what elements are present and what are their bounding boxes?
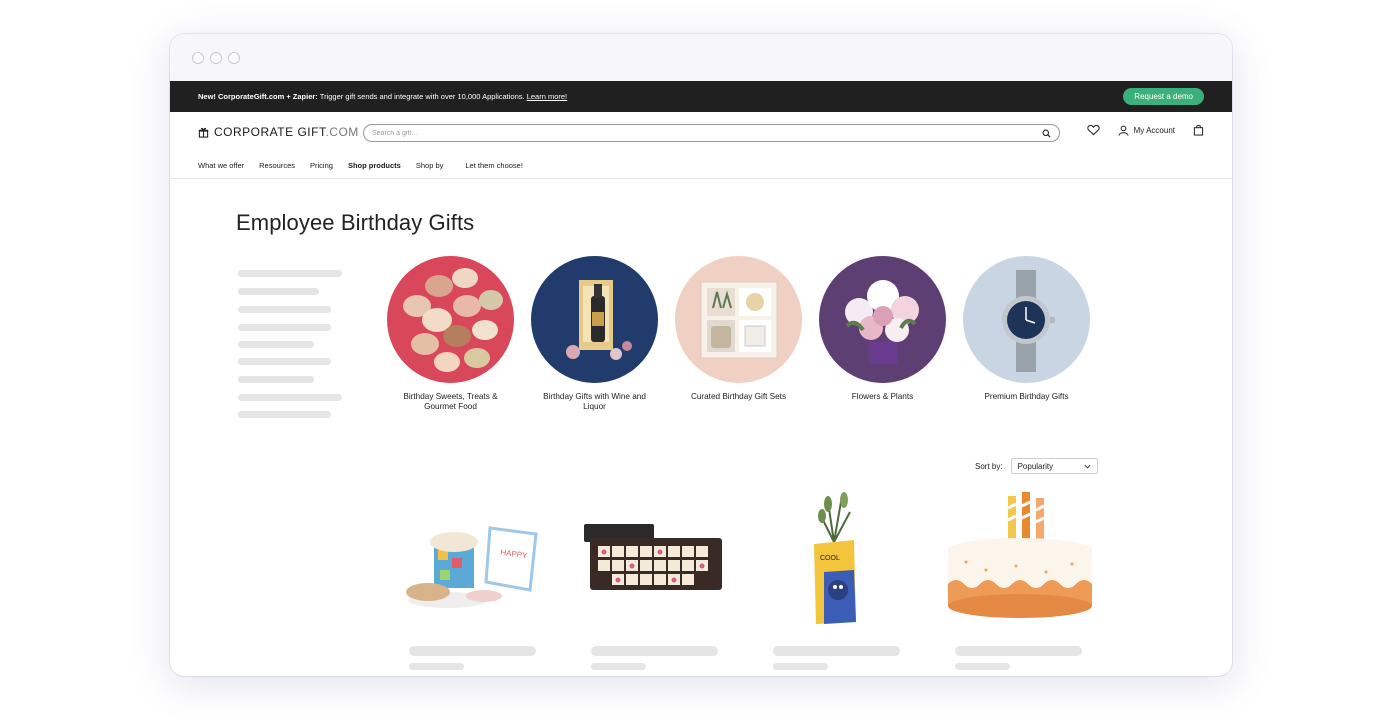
promo-text: Trigger gift sends and integrate with ov… [317,92,527,101]
window-minimize-dot[interactable] [210,52,222,64]
category-list: Birthday Sweets, Treats & Gourmet Food B… [387,256,1090,412]
product-card[interactable] [582,492,722,670]
product-title-skeleton [591,646,718,656]
product-card[interactable]: HAPPY [400,492,540,670]
header-actions: My Account [1086,124,1204,136]
nav-item-shop-products[interactable]: Shop products [348,161,401,170]
promo-learn-more-link[interactable]: Learn more! [527,92,567,101]
product-card[interactable] [946,492,1092,670]
category-card-sweets[interactable]: Birthday Sweets, Treats & Gourmet Food [387,256,514,412]
product-price-skeleton [409,663,464,670]
promo-lead: New! CorporateGift.com + Zapier: [198,92,318,101]
browser-window: New! CorporateGift.com + Zapier: Trigger… [170,34,1232,676]
category-label: Flowers & Plants [851,392,914,401]
category-label: Curated Birthday Gift Sets [690,392,787,401]
skeleton-line [238,394,342,401]
category-card-premium[interactable]: Premium Birthday Gifts [963,256,1090,412]
category-label: Premium Birthday Gifts [984,392,1069,401]
skeleton-line [238,358,331,365]
window-maximize-dot[interactable] [228,52,240,64]
my-account-link[interactable]: My Account [1118,125,1175,136]
nav-item-resources[interactable]: Resources [259,161,295,170]
category-label: Birthday Gifts with Wine and Liquor [543,392,646,411]
nav-item-pricing[interactable]: Pricing [310,161,333,170]
window-close-dot[interactable] [192,52,204,64]
search-bar[interactable] [363,124,1060,142]
category-image-premium [963,256,1090,383]
category-image-gift-sets [675,256,802,383]
skeleton-line [238,324,331,331]
skeleton-line [238,270,342,277]
nav-item-what-we-offer[interactable]: What we offer [198,161,244,170]
sort-selected-value: Popularity [1017,461,1054,471]
product-image-birthday-cake [946,492,1092,632]
user-icon [1118,125,1129,136]
product-image-sweets-box: HAPPY [400,492,540,632]
nav-item-let-them-choose[interactable]: Let them choose! [465,161,523,170]
request-demo-button[interactable]: Request a demo [1123,88,1204,105]
category-card-wine-liquor[interactable]: Birthday Gifts with Wine and Liquor [531,256,658,412]
category-image-sweets [387,256,514,383]
category-image-flowers-plants [819,256,946,383]
search-input[interactable] [372,129,972,137]
browser-chrome [170,34,1232,81]
category-label: Birthday Sweets, Treats & Gourmet Food [403,392,498,411]
page-title: Employee Birthday Gifts [236,210,475,235]
logo[interactable]: CORPORATE GIFT.COM [198,125,363,139]
skeleton-line [238,376,314,383]
promo-message: New! CorporateGift.com + Zapier: Trigger… [198,92,567,101]
logo-suffix: .COM [325,125,359,139]
my-account-label: My Account [1133,125,1175,135]
logo-main: CORPORATE GIFT [214,125,326,139]
skeleton-line [238,341,314,348]
category-card-gift-sets[interactable]: Curated Birthday Gift Sets [675,256,802,412]
product-price-skeleton [955,663,1010,670]
product-card[interactable]: COOL [764,492,904,670]
promo-bar: New! CorporateGift.com + Zapier: Trigger… [170,81,1232,112]
search-icon[interactable] [1042,129,1051,138]
svg-text:COOL: COOL [820,555,840,562]
logo-text: CORPORATE GIFT.COM [214,125,359,139]
category-card-flowers-plants[interactable]: Flowers & Plants [819,256,946,412]
product-title-skeleton [409,646,536,656]
main-nav: What we offer Resources Pricing Shop pro… [170,152,1232,179]
product-grid: HAPPY COOL [400,492,1092,670]
product-title-skeleton [955,646,1082,656]
product-image-chocolate-letters [582,492,722,632]
category-image-wine-liquor [531,256,658,383]
shopping-bag-icon[interactable] [1193,124,1204,136]
sort-control: Sort by: Popularity [975,458,1098,474]
product-title-skeleton [773,646,900,656]
sort-label: Sort by: [975,461,1003,471]
nav-item-shop-by[interactable]: Shop by [416,161,444,170]
product-price-skeleton [773,663,828,670]
skeleton-line [238,411,331,418]
site-header: CORPORATE GIFT.COM My Account [170,112,1232,152]
gift-icon [198,127,209,138]
heart-icon[interactable] [1086,124,1100,136]
skeleton-line [238,306,331,313]
sort-select[interactable]: Popularity [1010,458,1098,474]
chevron-down-icon [1084,464,1091,468]
skeleton-line [238,288,319,295]
product-image-cool-plant: COOL [764,492,904,632]
product-price-skeleton [591,663,646,670]
